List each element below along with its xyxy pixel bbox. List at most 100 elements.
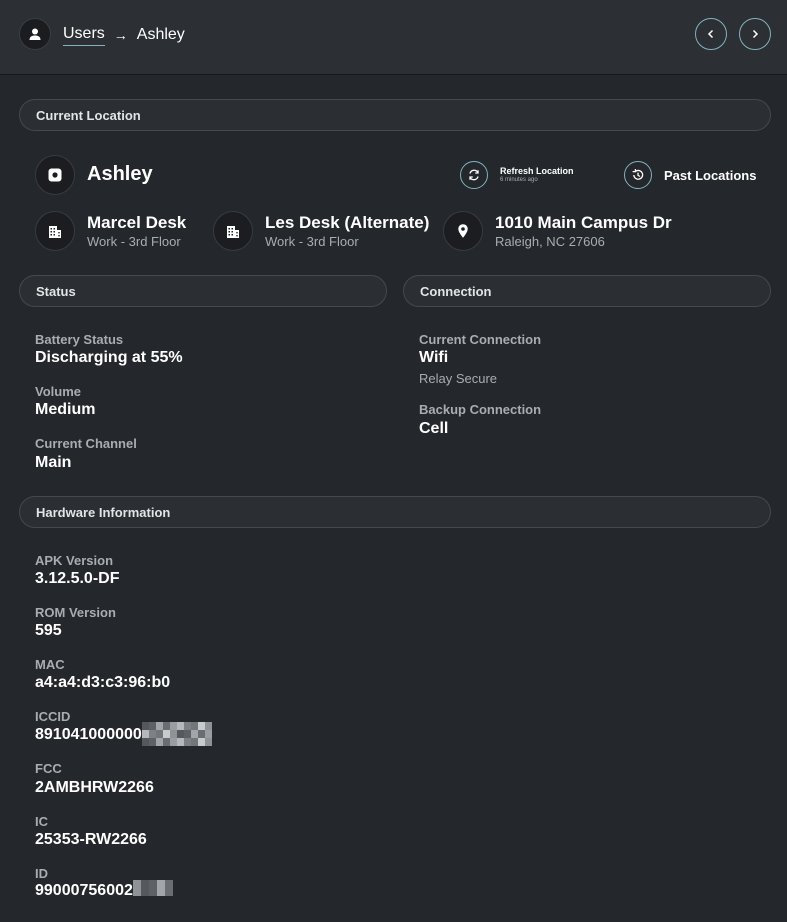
place-name: Marcel Desk: [87, 213, 187, 232]
redaction-pixel: [184, 738, 191, 746]
redaction-pixel: [191, 722, 198, 730]
place-name: Les Desk (Alternate): [265, 213, 430, 232]
map-pin-icon: [458, 224, 468, 238]
status-header: Status: [19, 275, 387, 307]
redaction-pixel: [177, 730, 184, 738]
breadcrumb-current: Ashley: [136, 26, 185, 43]
top-bar: Users → Ashley: [0, 0, 787, 75]
place-detail: Work - 3rd Floor: [87, 234, 181, 249]
building-icon: [49, 226, 61, 238]
id-label: ID: [35, 866, 48, 881]
iccid-redaction-mosaic: [142, 722, 212, 746]
connection-header: Connection: [403, 275, 771, 307]
apk-version-label: APK Version: [35, 553, 114, 568]
iccid-value: 891041000000: [35, 726, 142, 743]
chevron-right-icon: [752, 29, 759, 39]
redaction-pixel: [191, 738, 198, 746]
place-les-desk-icon-circle: [213, 211, 253, 251]
breadcrumb-separator: →: [113, 27, 128, 43]
redaction-pixel: [170, 738, 177, 746]
status-title: Status: [36, 283, 76, 299]
redaction-pixel: [149, 722, 156, 730]
redaction-pixel: [141, 880, 149, 888]
previous-button[interactable]: [695, 18, 727, 50]
person-icon: [29, 28, 41, 40]
redaction-pixel: [149, 730, 156, 738]
place-name: 1010 Main Campus Dr: [495, 213, 672, 232]
redaction-pixel: [177, 738, 184, 746]
redaction-pixel: [141, 888, 149, 896]
redaction-pixel: [205, 730, 212, 738]
redaction-pixel: [184, 730, 191, 738]
past-locations-label[interactable]: Past Locations: [664, 168, 756, 183]
redaction-pixel: [163, 738, 170, 746]
redaction-pixel: [149, 738, 156, 746]
redaction-pixel: [205, 722, 212, 730]
current-location-header: Current Location: [19, 99, 771, 131]
volume-label: Volume: [35, 384, 81, 399]
redaction-pixel: [177, 722, 184, 730]
place-detail: Raleigh, NC 27606: [495, 234, 605, 249]
volume-value: Medium: [35, 401, 96, 418]
refresh-location-button[interactable]: [460, 161, 488, 189]
next-button[interactable]: [739, 18, 771, 50]
fcc-value: 2AMBHRW2266: [35, 779, 154, 796]
current-channel-label: Current Channel: [35, 436, 137, 451]
mac-label: MAC: [35, 657, 65, 672]
building-icon: [227, 226, 239, 238]
chevron-left-icon: [707, 29, 714, 39]
refresh-location-label[interactable]: Refresh Location: [500, 166, 574, 176]
redaction-pixel: [163, 722, 170, 730]
redaction-pixel: [156, 722, 163, 730]
current-location-title: Current Location: [36, 107, 141, 123]
past-locations-button[interactable]: [624, 161, 652, 189]
redaction-pixel: [133, 888, 141, 896]
redaction-pixel: [142, 738, 149, 746]
refresh-icon: [469, 169, 479, 181]
redaction-pixel: [149, 880, 157, 888]
redaction-pixel: [205, 738, 212, 746]
redaction-pixel: [191, 730, 198, 738]
place-address-icon-circle: [443, 211, 483, 251]
redaction-pixel: [157, 880, 165, 888]
iccid-label: ICCID: [35, 709, 71, 724]
user-avatar: [19, 18, 51, 50]
current-connection-detail: Relay Secure: [419, 371, 498, 386]
device-icon: [48, 168, 62, 182]
current-channel-value: Main: [35, 454, 72, 471]
place-marcel-desk-icon-circle: [35, 211, 75, 251]
id-value: 99000756002: [35, 882, 133, 899]
redaction-pixel: [156, 738, 163, 746]
redaction-pixel: [156, 730, 163, 738]
redaction-pixel: [170, 722, 177, 730]
redaction-pixel: [165, 880, 173, 888]
redaction-pixel: [170, 730, 177, 738]
redaction-pixel: [198, 738, 205, 746]
fcc-label: FCC: [35, 761, 62, 776]
redaction-pixel: [198, 722, 205, 730]
current-connection-label: Current Connection: [419, 332, 542, 347]
redaction-pixel: [133, 880, 141, 888]
connection-title: Connection: [420, 283, 492, 299]
place-detail: Work - 3rd Floor: [265, 234, 359, 249]
redaction-pixel: [149, 888, 157, 896]
breadcrumb-users-link[interactable]: Users: [63, 25, 105, 46]
redaction-pixel: [163, 730, 170, 738]
rom-version-value: 595: [35, 622, 62, 639]
apk-version-value: 3.12.5.0-DF: [35, 570, 120, 587]
ic-value: 25353-RW2266: [35, 831, 147, 848]
device-avatar: [35, 155, 75, 195]
redaction-pixel: [198, 730, 205, 738]
redaction-pixel: [165, 888, 173, 896]
hardware-information-header: Hardware Information: [19, 496, 771, 528]
breadcrumb: Users → Ashley: [63, 24, 185, 46]
backup-connection-value: Cell: [419, 420, 449, 437]
battery-status-label: Battery Status: [35, 332, 124, 347]
backup-connection-label: Backup Connection: [419, 402, 542, 417]
id-redaction-mosaic: [133, 880, 173, 896]
redaction-pixel: [157, 888, 165, 896]
hardware-information-title: Hardware Information: [36, 504, 171, 520]
battery-status-value: Discharging at 55%: [35, 349, 183, 366]
redaction-pixel: [142, 722, 149, 730]
user-name: Ashley: [87, 163, 153, 185]
